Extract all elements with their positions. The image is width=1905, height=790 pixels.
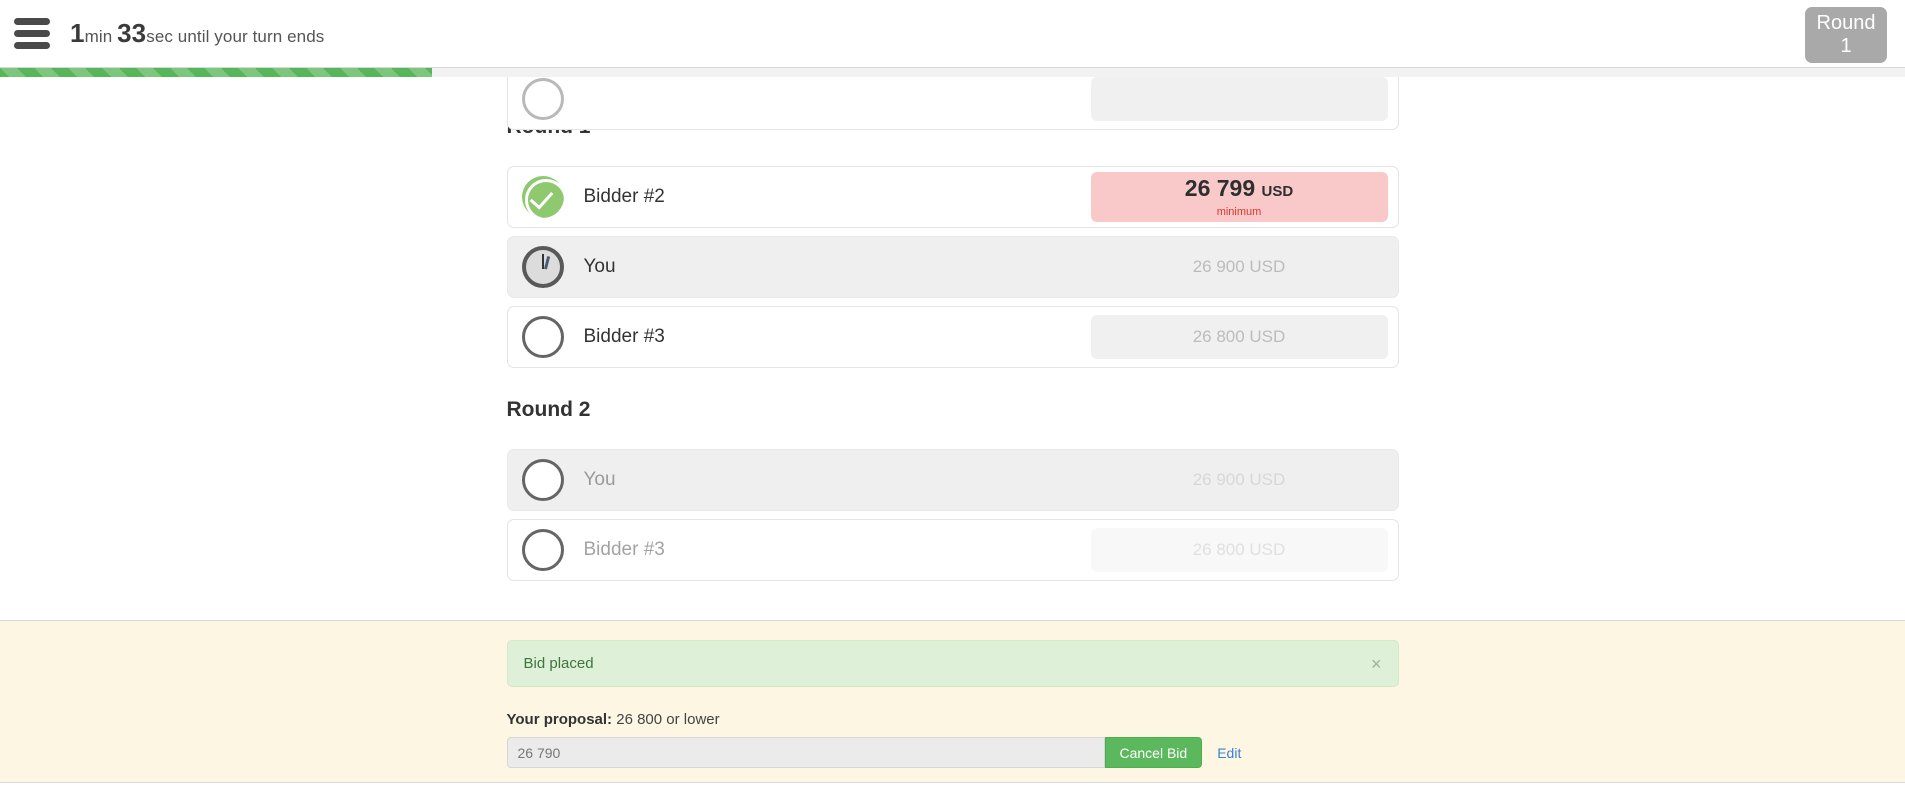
bidder-name: You — [583, 469, 616, 490]
hamburger-bar — [14, 18, 50, 25]
bid-amount-input[interactable] — [506, 737, 1105, 768]
bid-row[interactable]: Bidder #3 26 800 USD — [506, 306, 1399, 368]
timer-minutes-unit: min — [84, 27, 118, 46]
round-badge-label: Round — [1816, 12, 1876, 34]
bid-placed-alert: Bid placed × — [506, 640, 1399, 687]
timer-seconds: 33 — [117, 18, 147, 48]
empty-circle-icon — [521, 316, 564, 358]
turn-timer: 1min 33sec until your turn ends — [70, 18, 324, 49]
bidder-name: Bidder #3 — [583, 539, 665, 560]
rounds-column: Round 1 Bidder #2 26 799 USD minimum — [506, 77, 1399, 581]
minimum-tag: minimum — [1216, 205, 1262, 218]
proposal-label: Your proposal: — [506, 711, 613, 728]
empty-circle-icon — [521, 529, 564, 571]
close-icon[interactable]: × — [1371, 655, 1382, 673]
bid-currency: USD — [1261, 182, 1294, 200]
proposal-label-row: Your proposal: 26 800 or lower — [507, 711, 1399, 728]
rounds-scroll-area[interactable]: Round 1 Bidder #2 26 799 USD minimum — [0, 77, 1905, 620]
bidder-name: You — [583, 256, 616, 277]
bid-amount: 26 799 USD minimum — [1090, 172, 1388, 222]
bid-amount — [1090, 77, 1388, 121]
bid-row[interactable]: You 26 900 USD — [506, 449, 1399, 511]
round-badge-number: 1 — [1840, 35, 1852, 57]
previous-bid-row-partial[interactable] — [506, 77, 1399, 130]
bid-row[interactable]: Bidder #3 26 800 USD — [506, 519, 1399, 581]
bid-action-panel: Bid placed × Your proposal: 26 800 or lo… — [0, 620, 1905, 783]
bid-action-column: Bid placed × Your proposal: 26 800 or lo… — [506, 621, 1399, 768]
clock-icon — [521, 246, 564, 288]
empty-circle-icon — [521, 459, 564, 501]
edit-bid-link[interactable]: Edit — [1217, 745, 1241, 761]
hamburger-menu-icon[interactable] — [14, 17, 54, 51]
hamburger-bar — [14, 30, 50, 37]
turn-progress-fill — [0, 68, 432, 77]
proposal-constraint: 26 800 or lower — [616, 711, 720, 728]
bidder-name: Bidder #2 — [583, 186, 665, 207]
turn-progress-bar — [0, 68, 1905, 77]
bidder-name: Bidder #3 — [583, 326, 665, 347]
round-badge: Round 1 — [1805, 7, 1887, 63]
timer-seconds-unit: sec until your turn ends — [146, 27, 325, 46]
bid-row[interactable]: You 26 900 USD — [506, 236, 1399, 298]
timer-minutes: 1 — [70, 18, 85, 48]
round-2-title: Round 2 — [506, 398, 591, 421]
bid-amount-number: 26 799 — [1184, 174, 1256, 201]
cancel-bid-button[interactable]: Cancel Bid — [1104, 737, 1203, 768]
check-circle-icon — [521, 176, 567, 221]
top-bar: 1min 33sec until your turn ends Round 1 — [0, 0, 1905, 68]
bid-row[interactable]: Bidder #2 26 799 USD minimum — [506, 166, 1399, 228]
empty-circle-icon — [521, 78, 564, 120]
alert-message: Bid placed — [523, 655, 594, 672]
hamburger-bar — [14, 42, 50, 49]
bid-amount: 26 900 USD — [1192, 257, 1286, 276]
bid-amount: 26 800 USD — [1090, 528, 1388, 572]
bid-amount-value: 26 799 USD — [1184, 174, 1294, 203]
bid-amount: 26 800 USD — [1090, 315, 1388, 359]
bid-form: Cancel Bid Edit — [506, 737, 1399, 768]
bid-amount: 26 900 USD — [1192, 470, 1286, 489]
